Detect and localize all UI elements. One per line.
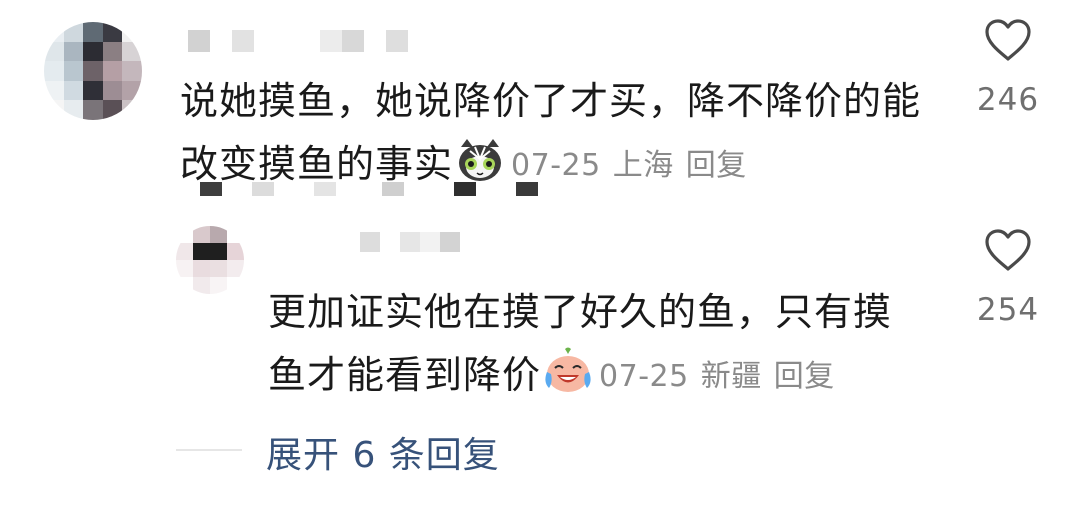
reply-like-count: 254: [976, 292, 1040, 328]
comment-meta: 07-25 上海 回复: [511, 148, 747, 183]
reply-location: 新疆: [700, 359, 762, 394]
reply-meta: 07-25 新疆 回复: [599, 359, 835, 394]
reply-username[interactable]: [280, 232, 460, 252]
reply-button[interactable]: 回复: [686, 148, 747, 183]
expand-divider: [176, 449, 242, 451]
reply-date: 07-25: [599, 359, 689, 394]
heart-icon: [985, 229, 1031, 271]
heart-icon: [985, 19, 1031, 61]
avatar[interactable]: [44, 22, 142, 120]
username[interactable]: [188, 30, 408, 52]
reply-avatar[interactable]: [176, 226, 244, 294]
like-button[interactable]: 246: [963, 18, 1053, 118]
like-count: 246: [976, 82, 1040, 118]
expand-replies-button[interactable]: 展开 6 条回复: [266, 426, 500, 478]
reply-button[interactable]: 回复: [774, 359, 835, 394]
laughing-tears-emoji-icon: [543, 346, 593, 413]
comment-location: 上海: [612, 148, 674, 183]
reply-like-button[interactable]: 254: [963, 228, 1053, 328]
comment-date: 07-25: [511, 148, 601, 183]
reply-text[interactable]: 更加证实他在摸了好久的鱼，只有摸鱼才能看到降价 07-25 新疆 回复: [268, 281, 928, 413]
blurred-strip: [200, 182, 538, 196]
